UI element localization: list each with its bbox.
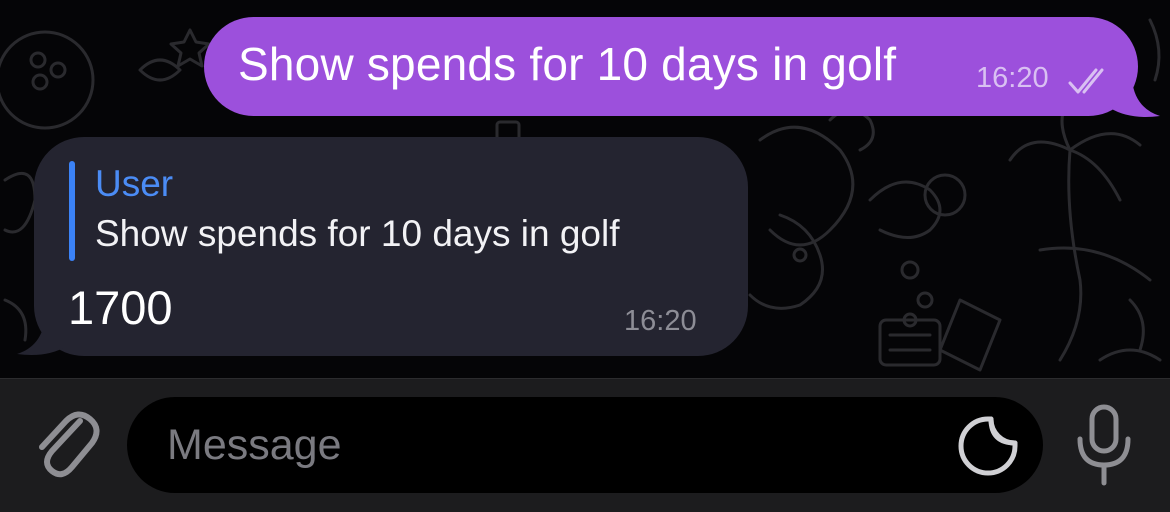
incoming-message-time: 16:20 bbox=[624, 305, 697, 337]
double-check-icon bbox=[1068, 68, 1104, 94]
paperclip-icon[interactable] bbox=[28, 399, 100, 481]
outgoing-message-bubble[interactable]: Show spends for 10 days in golf 16:20 bbox=[204, 17, 1138, 116]
incoming-bubble-tail bbox=[17, 318, 67, 355]
chat-area[interactable]: Show spends for 10 days in golf 16:20 Us… bbox=[0, 0, 1170, 378]
outgoing-message-text: Show spends for 10 days in golf bbox=[238, 38, 897, 90]
reply-author: User bbox=[95, 163, 174, 204]
outgoing-bubble-tail bbox=[1110, 80, 1160, 117]
message-placeholder: Message bbox=[167, 421, 342, 469]
sticker-icon[interactable] bbox=[957, 415, 1019, 477]
incoming-message-bubble[interactable]: User Show spends for 10 days in golf 170… bbox=[34, 137, 748, 356]
microphone-icon[interactable] bbox=[1072, 403, 1136, 487]
incoming-message-text: 1700 bbox=[68, 281, 173, 334]
outgoing-message-time: 16:20 bbox=[976, 62, 1049, 94]
reply-quote[interactable]: User Show spends for 10 days in golf bbox=[69, 161, 719, 261]
message-composer: Message bbox=[0, 378, 1170, 512]
reply-text: Show spends for 10 days in golf bbox=[95, 213, 620, 254]
message-input[interactable]: Message bbox=[127, 397, 1043, 493]
reply-accent-bar bbox=[69, 161, 75, 261]
